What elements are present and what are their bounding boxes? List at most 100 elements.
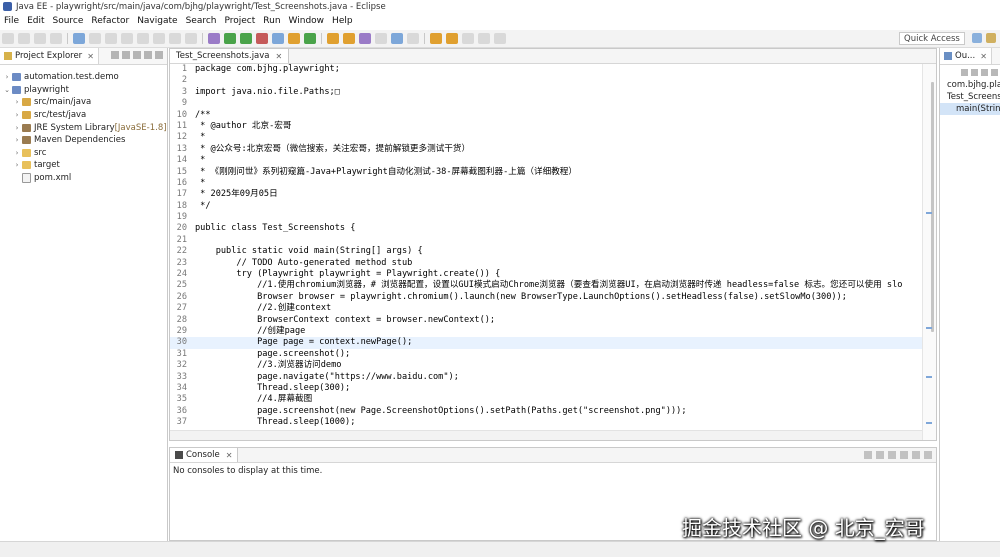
tab-test-screenshots[interactable]: Test_Screenshots.java ✕ xyxy=(170,49,290,63)
debug-icon[interactable] xyxy=(224,33,236,44)
step-return-icon[interactable] xyxy=(185,33,197,44)
menu-help[interactable]: Help xyxy=(328,16,357,26)
menu-refactor[interactable]: Refactor xyxy=(87,16,133,26)
code-line[interactable]: 9 xyxy=(170,98,922,109)
terminate-icon[interactable] xyxy=(121,33,133,44)
expand-arrow-icon[interactable]: › xyxy=(13,124,21,132)
view-menu-icon[interactable] xyxy=(133,51,141,59)
suspend-icon[interactable] xyxy=(105,33,117,44)
vertical-scrollbar-thumb[interactable] xyxy=(931,82,934,332)
close-icon[interactable]: ✕ xyxy=(980,52,987,61)
new-icon[interactable] xyxy=(2,33,14,44)
tree-item[interactable]: › target xyxy=(0,159,167,172)
maximize-icon[interactable] xyxy=(155,51,163,59)
tab-console[interactable]: Console ✕ xyxy=(170,448,239,462)
new-java-project-icon[interactable] xyxy=(272,33,284,44)
code-area[interactable]: 1 package com.bjhg.playwright; 2 3 import ja… xyxy=(170,64,922,430)
code-line[interactable]: 28 BrowserContext context = browser.newC… xyxy=(170,315,922,326)
code-line[interactable]: 10 /** xyxy=(170,110,922,121)
hide-nonpublic-icon[interactable] xyxy=(991,68,998,76)
code-line[interactable]: 17 * 2025年09月05日 xyxy=(170,189,922,200)
show-whitespace-icon[interactable] xyxy=(407,33,419,44)
menu-run[interactable]: Run xyxy=(259,16,284,26)
pin-console-icon[interactable] xyxy=(888,451,896,459)
tree-item[interactable]: › automation.test.demo xyxy=(0,71,167,84)
menu-edit[interactable]: Edit xyxy=(23,16,48,26)
outline-item[interactable]: main(String[]) : void xyxy=(940,103,1000,115)
code-line[interactable]: 14 * xyxy=(170,155,922,166)
code-line[interactable]: 23 // TODO Auto-generated method stub xyxy=(170,258,922,269)
open-console-icon[interactable] xyxy=(900,451,908,459)
code-line[interactable]: 31 page.screenshot(); xyxy=(170,349,922,360)
new-class-icon[interactable] xyxy=(304,33,316,44)
skip-breakpoints-icon[interactable] xyxy=(73,33,85,44)
code-line[interactable]: 29 //创建page xyxy=(170,326,922,337)
external-tools-icon[interactable] xyxy=(256,33,268,44)
collapse-all-icon[interactable] xyxy=(111,51,119,59)
horizontal-scrollbar[interactable] xyxy=(170,430,922,440)
menu-project[interactable]: Project xyxy=(220,16,259,26)
code-line[interactable]: 36 page.screenshot(new Page.ScreenshotOp… xyxy=(170,406,922,417)
occurrence-marker[interactable] xyxy=(926,376,932,378)
open-type-icon[interactable] xyxy=(327,33,339,44)
hide-static-icon[interactable] xyxy=(981,68,988,76)
code-line[interactable]: 30 Page page = context.newPage(); xyxy=(170,337,922,349)
code-line[interactable]: 22 public static void main(String[] args… xyxy=(170,246,922,257)
code-line[interactable]: 25 //1.使用chromium浏览器，# 浏览器配置，设置以GUI模式启动C… xyxy=(170,280,922,291)
menu-navigate[interactable]: Navigate xyxy=(133,16,181,26)
menu-window[interactable]: Window xyxy=(285,16,329,26)
code-line[interactable]: 2 xyxy=(170,75,922,86)
code-line[interactable]: 27 //2.创建context xyxy=(170,303,922,314)
tree-item[interactable]: › src xyxy=(0,147,167,160)
code-line[interactable]: 37 Thread.sleep(1000); xyxy=(170,417,922,428)
close-icon[interactable]: ✕ xyxy=(276,52,283,61)
occurrence-marker[interactable] xyxy=(926,212,932,214)
forward-icon[interactable] xyxy=(494,33,506,44)
sort-icon[interactable] xyxy=(961,68,968,76)
code-line[interactable]: 34 Thread.sleep(300); xyxy=(170,383,922,394)
expand-arrow-icon[interactable]: › xyxy=(3,73,11,81)
tab-outline[interactable]: Ou... ✕ xyxy=(940,48,992,64)
outline-item[interactable]: com.bjhg.playwright xyxy=(940,79,1000,91)
code-line[interactable]: 3 import java.nio.file.Paths;□ xyxy=(170,87,922,98)
last-edit-icon[interactable] xyxy=(462,33,474,44)
step-over-icon[interactable] xyxy=(169,33,181,44)
toggle-mark-icon[interactable] xyxy=(375,33,387,44)
hide-fields-icon[interactable] xyxy=(971,68,978,76)
code-line[interactable]: 11 * @author 北京-宏哥 xyxy=(170,121,922,132)
outline-item[interactable]: Test_Screenshots xyxy=(940,91,1000,103)
tree-item[interactable]: › src/main/java xyxy=(0,96,167,109)
close-icon[interactable]: ✕ xyxy=(226,451,233,460)
code-line[interactable]: 19 xyxy=(170,212,922,223)
expand-arrow-icon[interactable]: ⌄ xyxy=(3,86,11,94)
tree-item[interactable]: › JRE System Library [JavaSE-1.8] xyxy=(0,121,167,134)
minimize-icon[interactable] xyxy=(912,451,920,459)
code-line[interactable]: 21 xyxy=(170,235,922,246)
code-line[interactable]: 24 try (Playwright playwright = Playwrig… xyxy=(170,269,922,280)
server-icon[interactable] xyxy=(208,33,220,44)
overview-ruler[interactable] xyxy=(922,64,936,440)
code-line[interactable]: 1 package com.bjhg.playwright; xyxy=(170,64,922,75)
back-icon[interactable] xyxy=(478,33,490,44)
save-icon[interactable] xyxy=(18,33,30,44)
close-icon[interactable]: ✕ xyxy=(87,52,94,61)
print-icon[interactable] xyxy=(50,33,62,44)
occurrence-marker[interactable] xyxy=(926,422,932,424)
run-icon[interactable] xyxy=(240,33,252,44)
expand-arrow-icon[interactable]: › xyxy=(13,136,21,144)
block-selection-icon[interactable] xyxy=(391,33,403,44)
code-line[interactable]: 20 public class Test_Screenshots { xyxy=(170,223,922,234)
occurrence-marker[interactable] xyxy=(926,327,932,329)
code-line[interactable]: 33 page.navigate("https://www.baidu.com"… xyxy=(170,372,922,383)
step-into-icon[interactable] xyxy=(153,33,165,44)
maximize-icon[interactable] xyxy=(924,451,932,459)
code-line[interactable]: 16 * xyxy=(170,178,922,189)
open-perspective-icon[interactable] xyxy=(986,33,996,43)
code-line[interactable]: 32 //3.浏览器访问demo xyxy=(170,360,922,371)
new-package-icon[interactable] xyxy=(288,33,300,44)
tree-item[interactable]: › Maven Dependencies xyxy=(0,134,167,147)
open-task-icon[interactable] xyxy=(343,33,355,44)
link-with-editor-icon[interactable] xyxy=(122,51,130,59)
java-ee-perspective-icon[interactable] xyxy=(972,33,982,43)
next-annotation-icon[interactable] xyxy=(430,33,442,44)
